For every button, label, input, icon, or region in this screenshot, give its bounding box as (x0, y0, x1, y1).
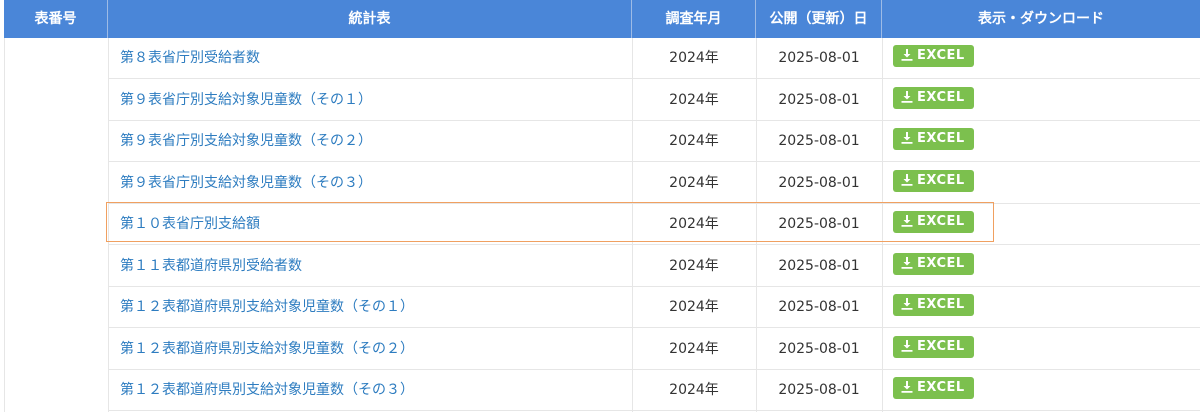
survey-year: 2024年 (669, 133, 719, 149)
download-cell: EXCEL (882, 163, 1200, 203)
survey-year: 2024年 (669, 50, 719, 66)
excel-download-button[interactable]: EXCEL (893, 86, 974, 109)
table-row: 第９表省庁別支給対象児童数（その３） 2024年 2025-08-01 EXCE… (108, 163, 1200, 204)
excel-label: EXCEL (917, 214, 965, 229)
statistics-table-link[interactable]: 第１２表都道府県別支給対象児童数（その１） (108, 287, 632, 327)
table-body: 第８表省庁別受給者数 2024年 2025-08-01 EXCEL 第９表省庁別… (4, 38, 1200, 412)
excel-label: EXCEL (917, 89, 965, 105)
excel-download-button[interactable]: EXCEL (893, 335, 974, 358)
statistics-table-link[interactable]: 第１０表省庁別支給額 (108, 204, 632, 244)
table-row: 第１１表都道府県別受給者数 2024年 2025-08-01 EXCEL (108, 246, 1200, 287)
excel-download-button[interactable]: EXCEL (893, 169, 974, 192)
published-date: 2025-08-01 (778, 257, 860, 274)
download-icon (901, 339, 913, 352)
survey-year: 2024年 (669, 91, 719, 108)
survey-year: 2024年 (669, 340, 719, 357)
download-icon (901, 173, 913, 186)
table-row: 第９表省庁別支給対象児童数（その１） 2024年 2025-08-01 EXCE… (108, 80, 1200, 121)
download-cell: EXCEL (882, 204, 1200, 244)
download-icon (901, 132, 913, 144)
statistics-table-link[interactable]: 第８表省庁別受給者数 (108, 38, 632, 78)
survey-year: 2024年 (669, 216, 719, 232)
excel-download-button[interactable]: EXCEL (893, 294, 974, 316)
statistics-table-link[interactable]: 第９表省庁別支給対象児童数（その３） (108, 163, 632, 203)
download-cell: EXCEL (882, 121, 1200, 161)
excel-download-button[interactable]: EXCEL (893, 377, 974, 399)
download-icon (901, 381, 913, 393)
published-date: 2025-08-01 (778, 340, 860, 357)
download-icon (901, 90, 913, 103)
statistics-table-link[interactable]: 第１２表都道府県別支給対象児童数（その３） (108, 370, 632, 410)
survey-year: 2024年 (669, 174, 719, 191)
download-cell: EXCEL (882, 38, 1200, 78)
published-date: 2025-08-01 (778, 91, 860, 108)
header-survey-date: 調査年月 (632, 0, 756, 38)
download-icon (901, 256, 913, 269)
excel-download-button[interactable]: EXCEL (893, 252, 974, 275)
survey-year: 2024年 (669, 299, 719, 315)
download-cell: EXCEL (882, 80, 1200, 120)
survey-year: 2024年 (669, 382, 719, 398)
excel-label: EXCEL (917, 131, 965, 146)
table-row: 第８表省庁別受給者数 2024年 2025-08-01 EXCEL (108, 38, 1200, 79)
statistics-table-link[interactable]: 第１１表都道府県別受給者数 (108, 246, 632, 286)
header-published-date: 公開（更新）日 (756, 0, 882, 38)
download-icon (901, 49, 913, 61)
published-date: 2025-08-01 (778, 174, 860, 191)
statistics-table-link[interactable]: 第１２表都道府県別支給対象児童数（その２） (108, 329, 632, 369)
published-date: 2025-08-01 (778, 382, 860, 398)
excel-label: EXCEL (917, 255, 965, 271)
table-row: 第１０表省庁別支給額 2024年 2025-08-01 EXCEL (108, 204, 1200, 245)
excel-label: EXCEL (917, 172, 965, 188)
download-cell: EXCEL (882, 329, 1200, 369)
excel-label: EXCEL (917, 338, 965, 354)
published-date: 2025-08-01 (778, 216, 860, 232)
download-cell: EXCEL (882, 246, 1200, 286)
table-row: 第１２表都道府県別支給対象児童数（その１） 2024年 2025-08-01 E… (108, 287, 1200, 328)
published-date: 2025-08-01 (778, 50, 860, 66)
table-row: 第９表省庁別支給対象児童数（その２） 2024年 2025-08-01 EXCE… (108, 121, 1200, 162)
published-date: 2025-08-01 (778, 299, 860, 315)
excel-download-button[interactable]: EXCEL (893, 211, 974, 233)
statistics-table: 表番号 統計表 調査年月 公開（更新）日 表示・ダウンロード 第８表省庁別受給者… (4, 0, 1200, 412)
excel-label: EXCEL (917, 48, 965, 63)
header-table-number: 表番号 (4, 0, 108, 38)
table-row: 第１２表都道府県別支給対象児童数（その３） 2024年 2025-08-01 E… (108, 370, 1200, 411)
download-cell: EXCEL (882, 370, 1200, 410)
excel-label: EXCEL (917, 297, 965, 312)
header-statistics-table: 統計表 (108, 0, 632, 38)
excel-download-button[interactable]: EXCEL (893, 45, 974, 67)
survey-year: 2024年 (669, 257, 719, 274)
excel-label: EXCEL (917, 380, 965, 395)
table-header: 表番号 統計表 調査年月 公開（更新）日 表示・ダウンロード (4, 0, 1200, 38)
download-icon (901, 215, 913, 227)
table-border-left (4, 38, 5, 412)
published-date: 2025-08-01 (778, 133, 860, 149)
excel-download-button[interactable]: EXCEL (893, 128, 974, 150)
download-cell: EXCEL (882, 287, 1200, 327)
statistics-table-link[interactable]: 第９表省庁別支給対象児童数（その２） (108, 121, 632, 161)
statistics-table-link[interactable]: 第９表省庁別支給対象児童数（その１） (108, 80, 632, 120)
table-row: 第１２表都道府県別支給対象児童数（その２） 2024年 2025-08-01 E… (108, 329, 1200, 370)
header-view-download: 表示・ダウンロード (978, 11, 1104, 27)
download-icon (901, 298, 913, 310)
